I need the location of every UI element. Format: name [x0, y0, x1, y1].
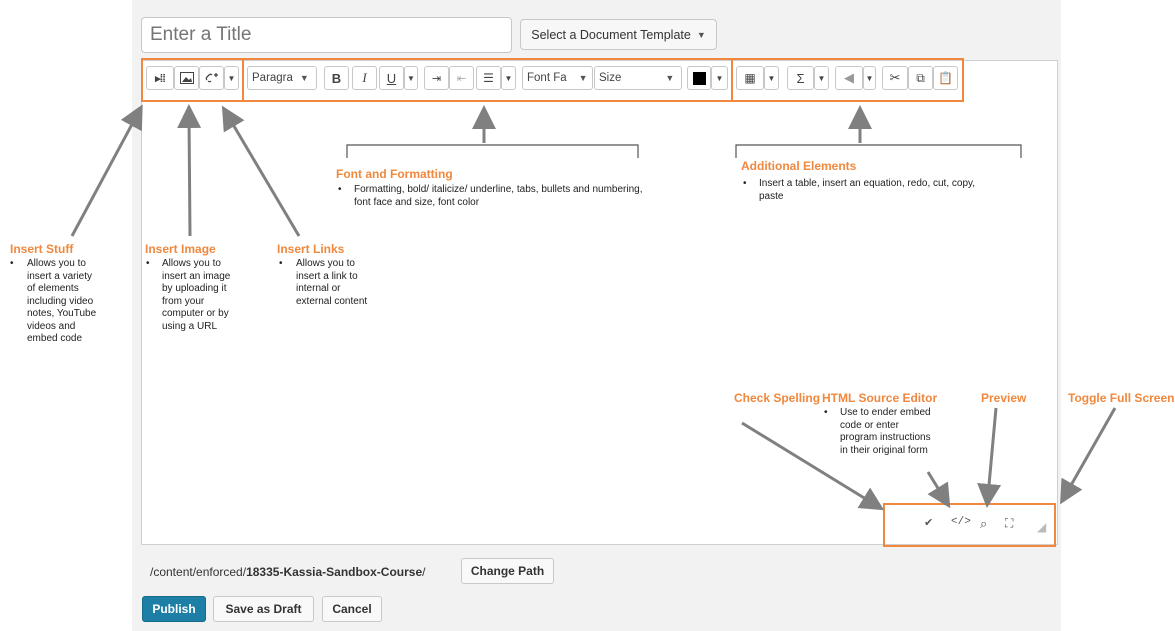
additional-elements-heading: Additional Elements	[741, 159, 857, 173]
arrow-html-source	[926, 471, 951, 509]
path-suffix: /	[422, 565, 426, 579]
cancel-label: Cancel	[332, 602, 372, 616]
path-course: 18335-Kassia-Sandbox-Course	[246, 565, 423, 579]
check-spelling-heading: Check Spelling	[734, 391, 821, 405]
change-path-button[interactable]: Change Path	[461, 558, 554, 584]
font-formatting-heading: Font and Formatting	[336, 167, 453, 181]
html-source-heading: HTML Source Editor	[822, 391, 938, 405]
insert-links-desc: • Allows you to insert a link to interna…	[279, 258, 368, 307]
path-prefix: /content/enforced/	[150, 565, 247, 579]
change-path-label: Change Path	[470, 564, 545, 578]
insert-image-desc: • Allows you to insert an image by uploa…	[146, 258, 231, 332]
cancel-button[interactable]: Cancel	[322, 596, 382, 622]
bracket-additional	[735, 144, 1022, 158]
publish-label: Publish	[152, 602, 196, 616]
insert-stuff-desc: • Allows you to insert a variety of elem…	[10, 258, 97, 344]
html-source-desc: • Use to ender embed code or enter progr…	[824, 407, 931, 456]
bracket-font-formatting	[346, 144, 639, 158]
insert-image-heading: Insert Image	[145, 242, 216, 256]
arrow-insert-stuff	[70, 104, 143, 237]
arrow-insert-links	[221, 105, 301, 237]
insert-stuff-heading: Insert Stuff	[10, 242, 74, 256]
save-draft-label: Save as Draft	[225, 602, 302, 616]
save-draft-button[interactable]: Save as Draft	[213, 596, 314, 622]
arrow-insert-image	[177, 104, 202, 237]
arrow-fullscreen	[1060, 407, 1117, 505]
content-path: /content/enforced/18335-Kassia-Sandbox-C…	[150, 565, 426, 579]
arrow-preview	[977, 407, 1002, 508]
additional-elements-desc: • Insert a table, insert an equation, re…	[743, 178, 976, 202]
publish-button[interactable]: Publish	[142, 596, 206, 622]
preview-heading: Preview	[981, 391, 1027, 405]
font-formatting-desc: • Formatting, bold/ italicize/ underline…	[338, 184, 643, 208]
insert-links-heading: Insert Links	[277, 242, 345, 256]
toggle-fullscreen-heading: Toggle Full Screen	[1068, 391, 1175, 405]
